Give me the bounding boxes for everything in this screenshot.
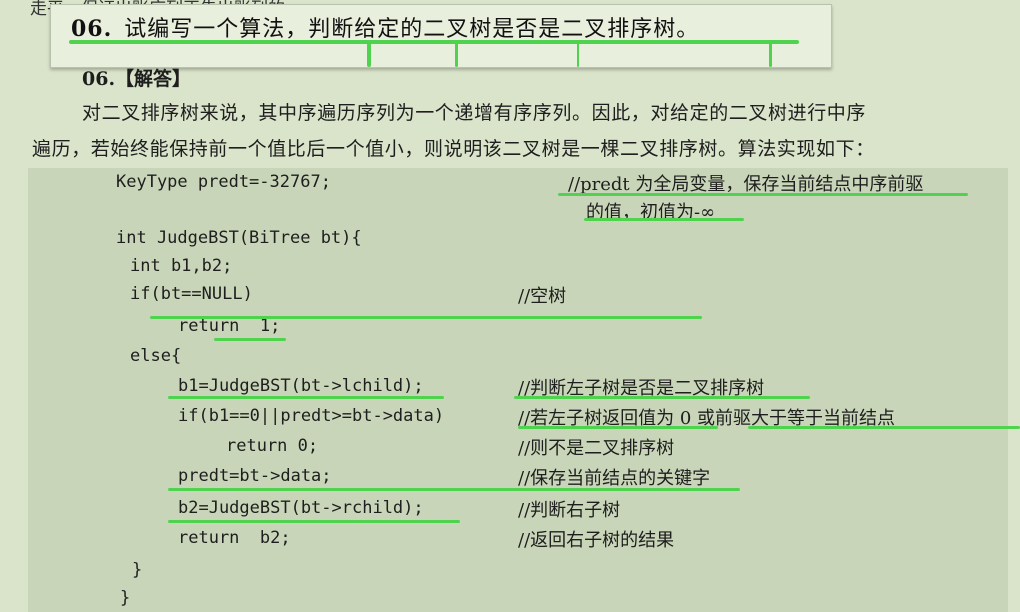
highlight-mark [514, 396, 810, 399]
highlight-mark [584, 218, 744, 221]
comment-2: //空树 [518, 286, 567, 307]
code-line-10: predt=bt->data; [178, 466, 332, 486]
question-underline [69, 40, 799, 44]
question-tick-1 [367, 43, 371, 67]
answer-paragraph-line-1: 对二叉排序树来说，其中序遍历序列为一个递增有序序列。因此，对给定的二叉树进行中序 [82, 102, 867, 124]
comment-6: //保存当前结点的关键字 [518, 468, 711, 489]
question-text: 06. 试编写一个算法，判断给定的二叉树是否是二叉排序树。 [71, 11, 699, 43]
question-body: 试编写一个算法，判断给定的二叉树是否是二叉排序树。 [124, 17, 700, 42]
question-card: 06. 试编写一个算法，判断给定的二叉树是否是二叉排序树。 [50, 4, 832, 68]
code-line-7: b1=JudgeBST(bt->lchild); [178, 376, 424, 396]
code-line-5: return 1; [178, 316, 281, 336]
highlight-mark [518, 426, 718, 429]
code-line-6: else{ [130, 346, 182, 366]
code-line-9: return 0; [226, 436, 319, 456]
comment-7: //判断右子树 [518, 500, 621, 521]
code-line-1: KeyType predt=-32767; [116, 172, 331, 192]
code-line-14: } [120, 588, 131, 608]
code-line-2: int JudgeBST(BiTree bt){ [116, 228, 362, 248]
highlight-mark [168, 520, 460, 523]
question-tick-2 [455, 43, 458, 67]
answer-heading: 06.【解答】 [82, 68, 192, 90]
highlight-mark [558, 193, 968, 196]
code-line-11: b2=JudgeBST(bt->rchild); [178, 498, 424, 518]
code-line-3: int b1,b2; [130, 256, 233, 276]
highlight-mark [168, 488, 740, 491]
comment-5: //则不是二叉排序树 [518, 438, 675, 459]
highlight-mark [748, 426, 1020, 429]
highlight-mark [214, 338, 286, 341]
code-line-8: if(b1==0||predt>=bt->data) [178, 406, 445, 426]
question-tick-4 [769, 43, 772, 67]
code-line-12: return b2; [178, 528, 291, 548]
highlight-mark [150, 316, 702, 319]
answer-paragraph-line-2: 遍历，若始终能保持前一个值比后一个值小，则说明该二叉树是一棵二叉排序树。算法实现… [32, 138, 875, 160]
question-number: 06. [71, 16, 113, 42]
question-tick-3 [577, 43, 579, 67]
comment-8: //返回右子树的结果 [518, 530, 675, 551]
code-line-4: if(bt==NULL) [130, 284, 253, 304]
code-block: KeyType predt=-32767; int JudgeBST(BiTre… [28, 168, 1020, 612]
highlight-mark [168, 396, 444, 399]
code-line-13: } [132, 560, 143, 580]
